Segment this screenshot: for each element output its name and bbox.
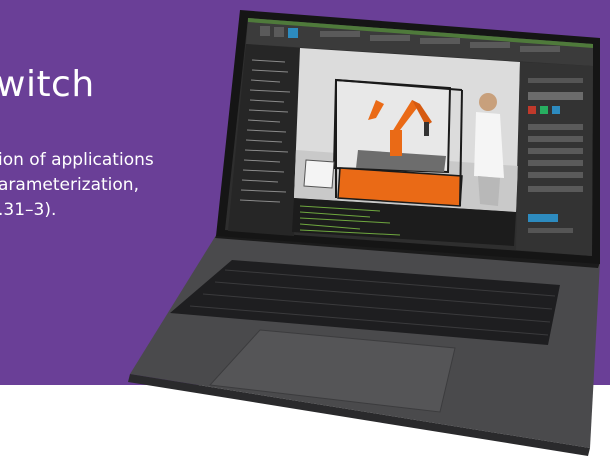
properties-panel xyxy=(516,62,593,256)
laptop-illustration xyxy=(128,10,600,456)
navigation-cube xyxy=(303,159,335,189)
